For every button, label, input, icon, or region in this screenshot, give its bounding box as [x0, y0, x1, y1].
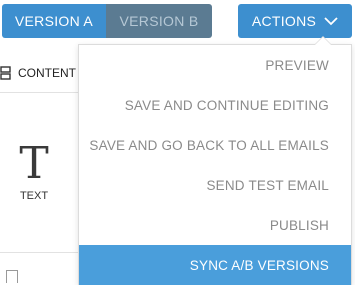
chevron-down-icon: [324, 16, 338, 26]
menu-item-send-test-email[interactable]: SEND TEST EMAIL: [79, 165, 351, 205]
top-toolbar: VERSION A VERSION B ACTIONS: [0, 0, 355, 42]
menu-item-sync-ab-versions[interactable]: SYNC A/B VERSIONS: [79, 245, 351, 285]
text-block-icon: T: [19, 138, 49, 189]
version-b-button[interactable]: VERSION B: [106, 4, 212, 38]
actions-label: ACTIONS: [251, 13, 317, 29]
block-tile-partial: [6, 270, 18, 283]
version-toggle: VERSION A VERSION B: [2, 4, 212, 38]
actions-dropdown-menu: PREVIEW SAVE AND CONTINUE EDITING SAVE A…: [78, 36, 352, 285]
divider: [0, 92, 78, 93]
tab-content-label: CONTENT: [18, 66, 76, 80]
menu-item-preview[interactable]: PREVIEW: [79, 45, 351, 85]
text-block-tile[interactable]: T TEXT: [6, 138, 62, 203]
tab-content[interactable]: CONTENT: [0, 58, 76, 88]
menu-item-save-continue[interactable]: SAVE AND CONTINUE EDITING: [79, 85, 351, 125]
divider: [0, 252, 78, 253]
text-block-label: TEXT: [19, 190, 49, 202]
menu-item-publish[interactable]: PUBLISH: [79, 205, 351, 245]
blocks-grid-icon: [0, 66, 12, 80]
menu-item-save-go-back[interactable]: SAVE AND GO BACK TO ALL EMAILS: [79, 125, 351, 165]
version-a-button[interactable]: VERSION A: [2, 4, 106, 38]
actions-button[interactable]: ACTIONS: [238, 4, 352, 38]
